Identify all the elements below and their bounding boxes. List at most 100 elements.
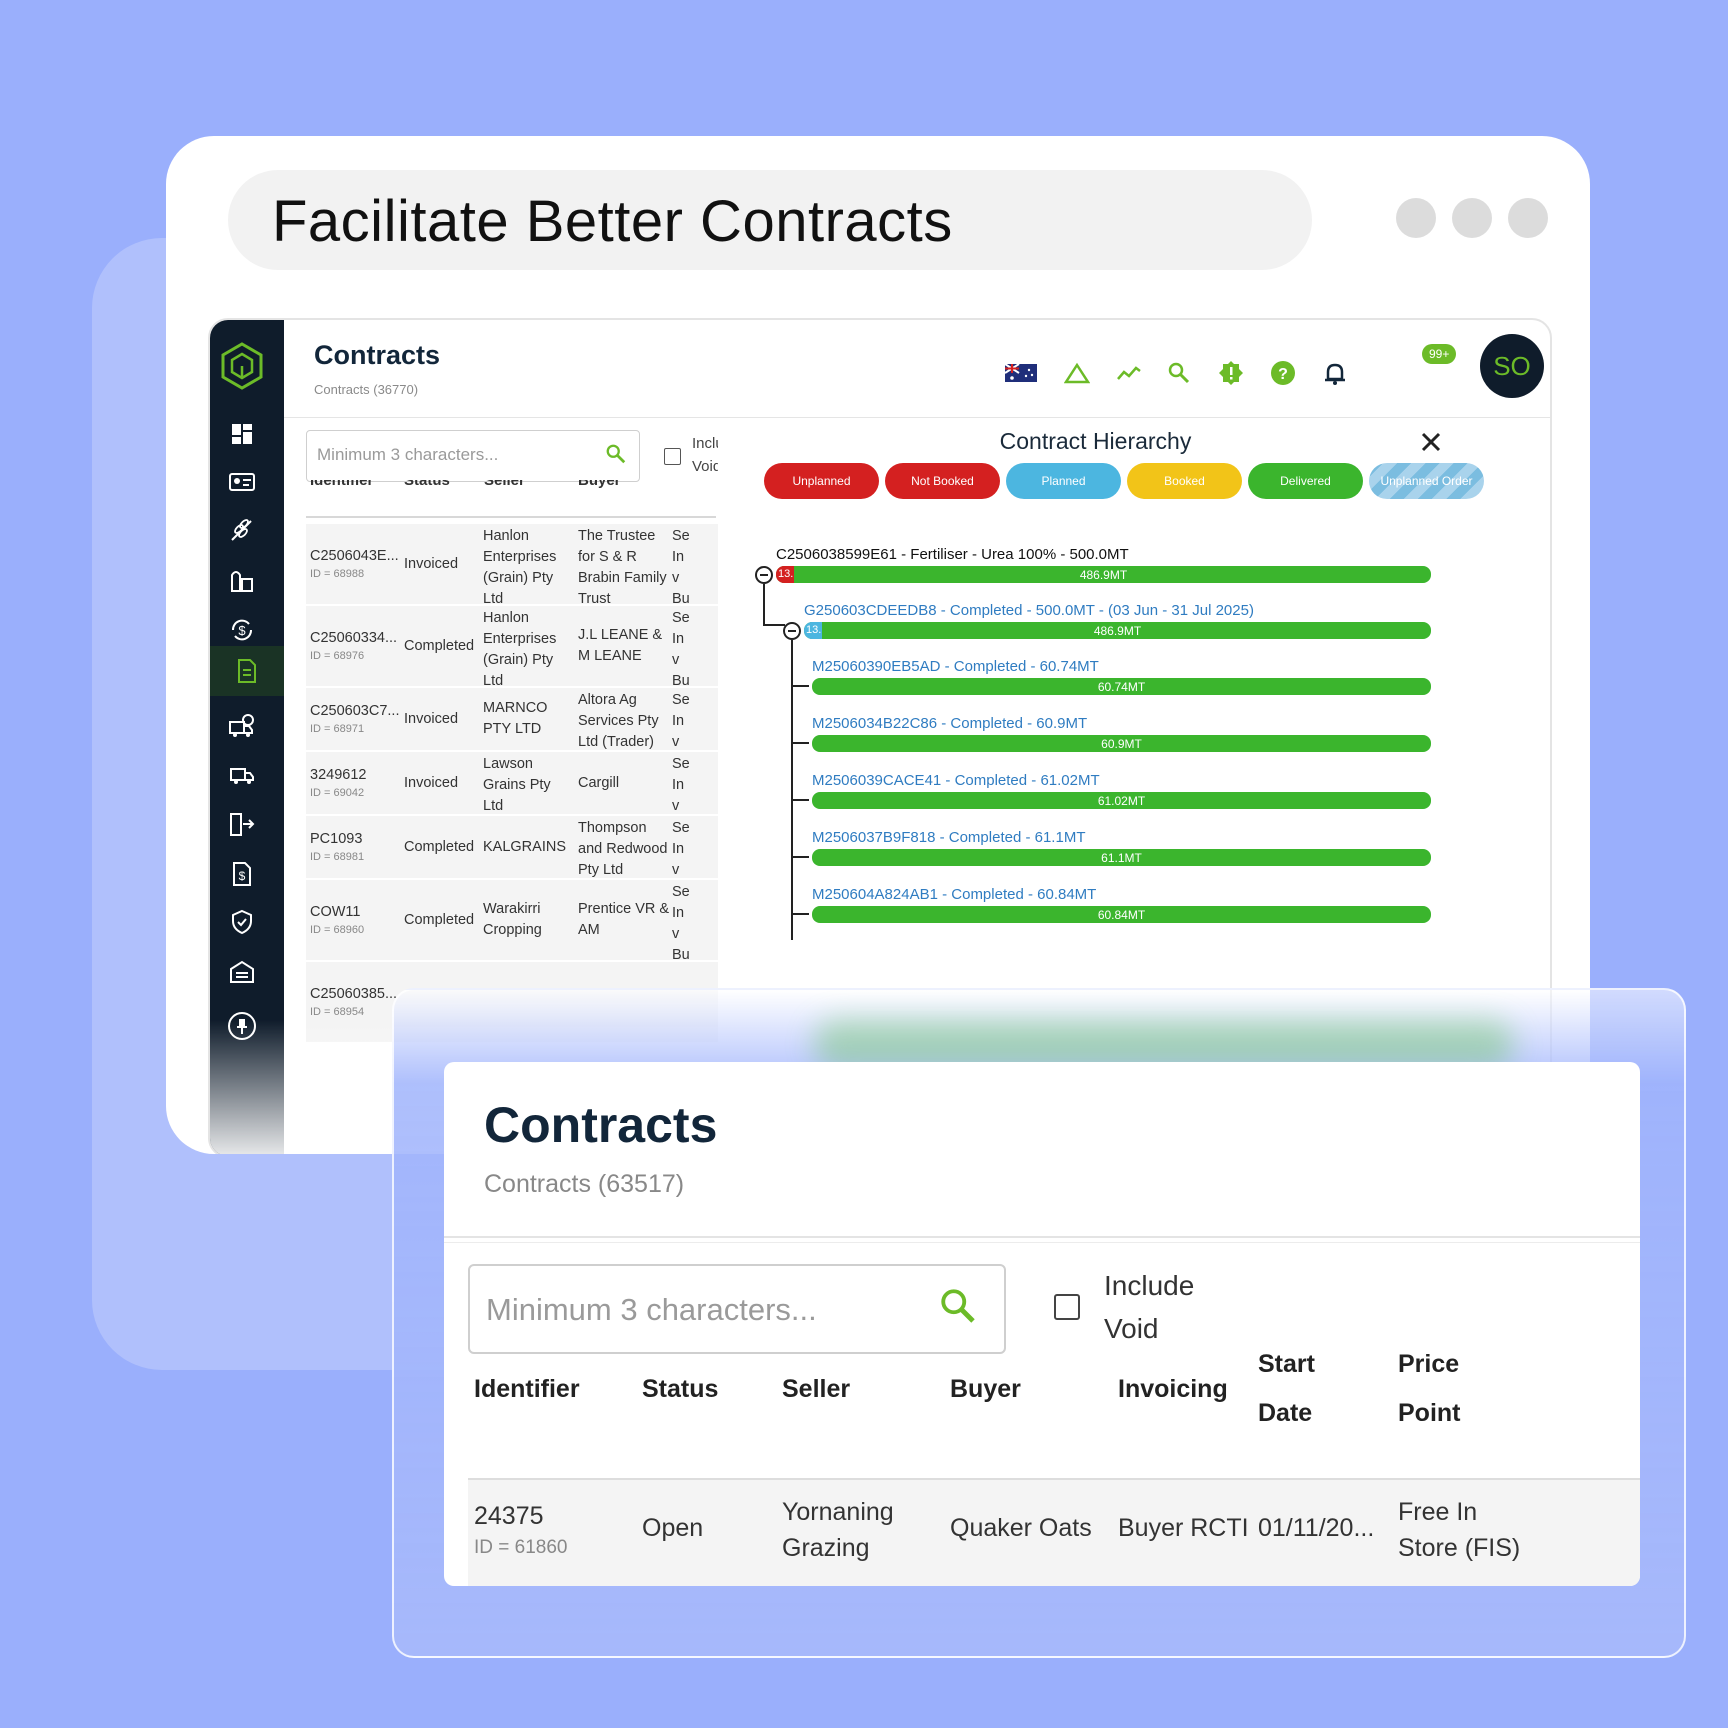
legend-delivered[interactable]: Delivered (1248, 463, 1363, 499)
search-placeholder: Minimum 3 characters... (486, 1292, 817, 1327)
include-void-label: Include Void (1104, 1270, 1195, 1344)
node-label[interactable]: C2506038599E61 - Fertiliser - Urea 100% … (776, 546, 1129, 563)
dashboard-icon (232, 424, 252, 444)
search-input[interactable]: Minimum 3 characters... (306, 430, 640, 482)
invoicing-cell: Se Inv Bu (672, 528, 690, 607)
silo-icon (231, 571, 253, 592)
column-header-status[interactable]: Status (404, 480, 450, 489)
nav-finance[interactable]: $ (222, 610, 262, 650)
market-button[interactable] (1112, 356, 1146, 390)
divider (444, 1242, 1640, 1243)
window-dot (1452, 198, 1492, 238)
nav-contracts[interactable] (210, 646, 284, 696)
column-header-seller[interactable]: Seller (484, 480, 525, 489)
table-header: Identifier Status Seller Buyer (306, 480, 716, 492)
seller-cell: MARNCO PTY LTD (483, 700, 548, 737)
panel-title: Contract Hierarchy (999, 428, 1192, 454)
table-row[interactable]: C250603C7... ID = 68971 Invoiced MARNCO PTY… (306, 688, 718, 771)
notifications-button[interactable] (1318, 356, 1352, 390)
table-row[interactable]: C2506043E... ID = 68988 Invoiced Hanlon Ent… (306, 524, 718, 607)
global-search-button[interactable] (1162, 356, 1196, 390)
legend-planned[interactable]: Planned (1006, 463, 1121, 499)
nav-storage[interactable] (222, 560, 262, 600)
warnings-button[interactable] (1060, 356, 1094, 390)
help-icon: ? (1271, 361, 1295, 385)
node-label[interactable]: M25060390EB5AD - Completed - 60.74MT (812, 658, 1099, 675)
nav-contacts[interactable] (222, 462, 262, 502)
contact-card-icon (229, 473, 255, 491)
invoicing-cell: Se Inv Bu (672, 610, 690, 689)
node-label[interactable]: M2506039CACE41 - Completed - 61.02MT (812, 772, 1100, 789)
column-header-price-point[interactable]: Price Point (1398, 1340, 1488, 1438)
legend-unplanned[interactable]: Unplanned (764, 463, 879, 499)
column-header-seller[interactable]: Seller (782, 1365, 850, 1414)
status-cell: Completed (404, 839, 475, 855)
australia-flag-icon (1005, 364, 1037, 382)
tree-connector (791, 799, 809, 801)
alerts-button[interactable] (1214, 356, 1248, 390)
status-cell: Invoiced (404, 711, 459, 727)
node-label[interactable]: M2506034B22C86 - Completed - 60.9MT (812, 715, 1087, 732)
buyer-cell: Cargill (578, 774, 620, 791)
identifier-cell: C25060385... ID = 68954 (310, 986, 398, 1018)
node-label[interactable]: M2506037B9F818 - Completed - 61.1MT (812, 829, 1085, 846)
avatar[interactable]: SO (1480, 334, 1544, 398)
column-header-identifier[interactable]: Identifier (474, 1365, 580, 1414)
include-void-checkbox[interactable] (1054, 1294, 1080, 1320)
legend-unplanned-order[interactable]: Unplanned Order (1369, 463, 1484, 499)
seller-cell: KALGRAINS (483, 838, 566, 855)
help-button[interactable]: ? (1266, 356, 1300, 390)
column-header-identifier[interactable]: Identifier (310, 480, 373, 489)
nav-compliance[interactable] (222, 902, 262, 942)
nav-commodities[interactable] (222, 510, 262, 550)
bell-icon (1325, 363, 1345, 385)
warning-triangle-icon (1064, 362, 1090, 384)
notification-count-badge: 99+ (1422, 344, 1457, 364)
status-cell: Open (642, 1514, 704, 1542)
node-label[interactable]: G250603CDEEDB8 - Completed - 500.0MT - (… (804, 602, 1254, 619)
region-selector[interactable] (1004, 356, 1038, 390)
column-header-start-date[interactable]: Start Date (1258, 1340, 1348, 1438)
include-void-checkbox[interactable] (664, 448, 681, 465)
buyer-cell: Prentice VR & AM (578, 901, 670, 938)
table-row[interactable]: 24375 ID = 61860 Open Yornaning Grazing Q… (468, 1478, 1640, 1586)
tree-connector (791, 856, 809, 858)
table-row[interactable]: 3249612 ID = 69042 Invoiced Lawson Grains P… (306, 752, 718, 835)
legend-not-booked[interactable]: Not Booked (885, 463, 1000, 499)
table-row[interactable]: C25060334... ID = 68976 Completed Hanlon En… (306, 606, 718, 689)
trend-icon (1117, 366, 1141, 380)
search-input[interactable]: Minimum 3 characters... (468, 1264, 1006, 1354)
currency-exchange-icon: $ (231, 619, 253, 641)
table-row[interactable]: PC1093 ID = 68981 Completed KALGRAINS Thomps… (306, 816, 718, 899)
identifier-cell: C2506043E... ID = 68988 (310, 548, 399, 580)
seller-cell: Hanlon Enterprises (Grain) Pty Ltd (483, 610, 557, 689)
app-logo-icon (221, 342, 263, 390)
tree-connector (763, 624, 785, 626)
warehouse-icon (230, 960, 254, 983)
column-header-buyer[interactable]: Buyer (578, 480, 621, 489)
column-header-buyer[interactable]: Buyer (950, 1365, 1021, 1414)
nav-sites[interactable] (222, 952, 262, 992)
legend-booked[interactable]: Booked (1127, 463, 1242, 499)
collapse-toggle[interactable] (755, 566, 773, 584)
identifier-cell: COW11 ID = 68960 (310, 904, 365, 936)
collapse-toggle[interactable] (783, 622, 801, 640)
node-label[interactable]: M250604A824AB1 - Completed - 60.84MT (812, 886, 1096, 903)
nav-freight[interactable] (222, 756, 262, 796)
table-row[interactable]: COW11 ID = 68960 Completed Warakirri Croppi… (306, 880, 718, 963)
tree-connector (791, 742, 809, 744)
page-subtitle: Contracts (36770) (314, 382, 419, 397)
column-header-status[interactable]: Status (642, 1365, 718, 1414)
column-header-invoicing[interactable]: Invoicing (1118, 1365, 1228, 1414)
truck-time-icon (229, 714, 254, 737)
window-dot (1508, 198, 1548, 238)
nav-logistics[interactable] (222, 706, 262, 746)
close-button[interactable] (1421, 428, 1441, 459)
page-subtitle: Contracts (63517) (484, 1170, 685, 1198)
nav-outturn[interactable] (222, 804, 262, 844)
invoicing-cell: Se Inv Bu (672, 884, 690, 963)
nav-invoices[interactable]: $ (222, 854, 262, 894)
svg-text:?: ? (1278, 366, 1288, 383)
nav-dashboard[interactable] (222, 414, 262, 454)
zoomed-card: Contracts Contracts (63517) Minimum 3 ch… (392, 988, 1686, 1658)
